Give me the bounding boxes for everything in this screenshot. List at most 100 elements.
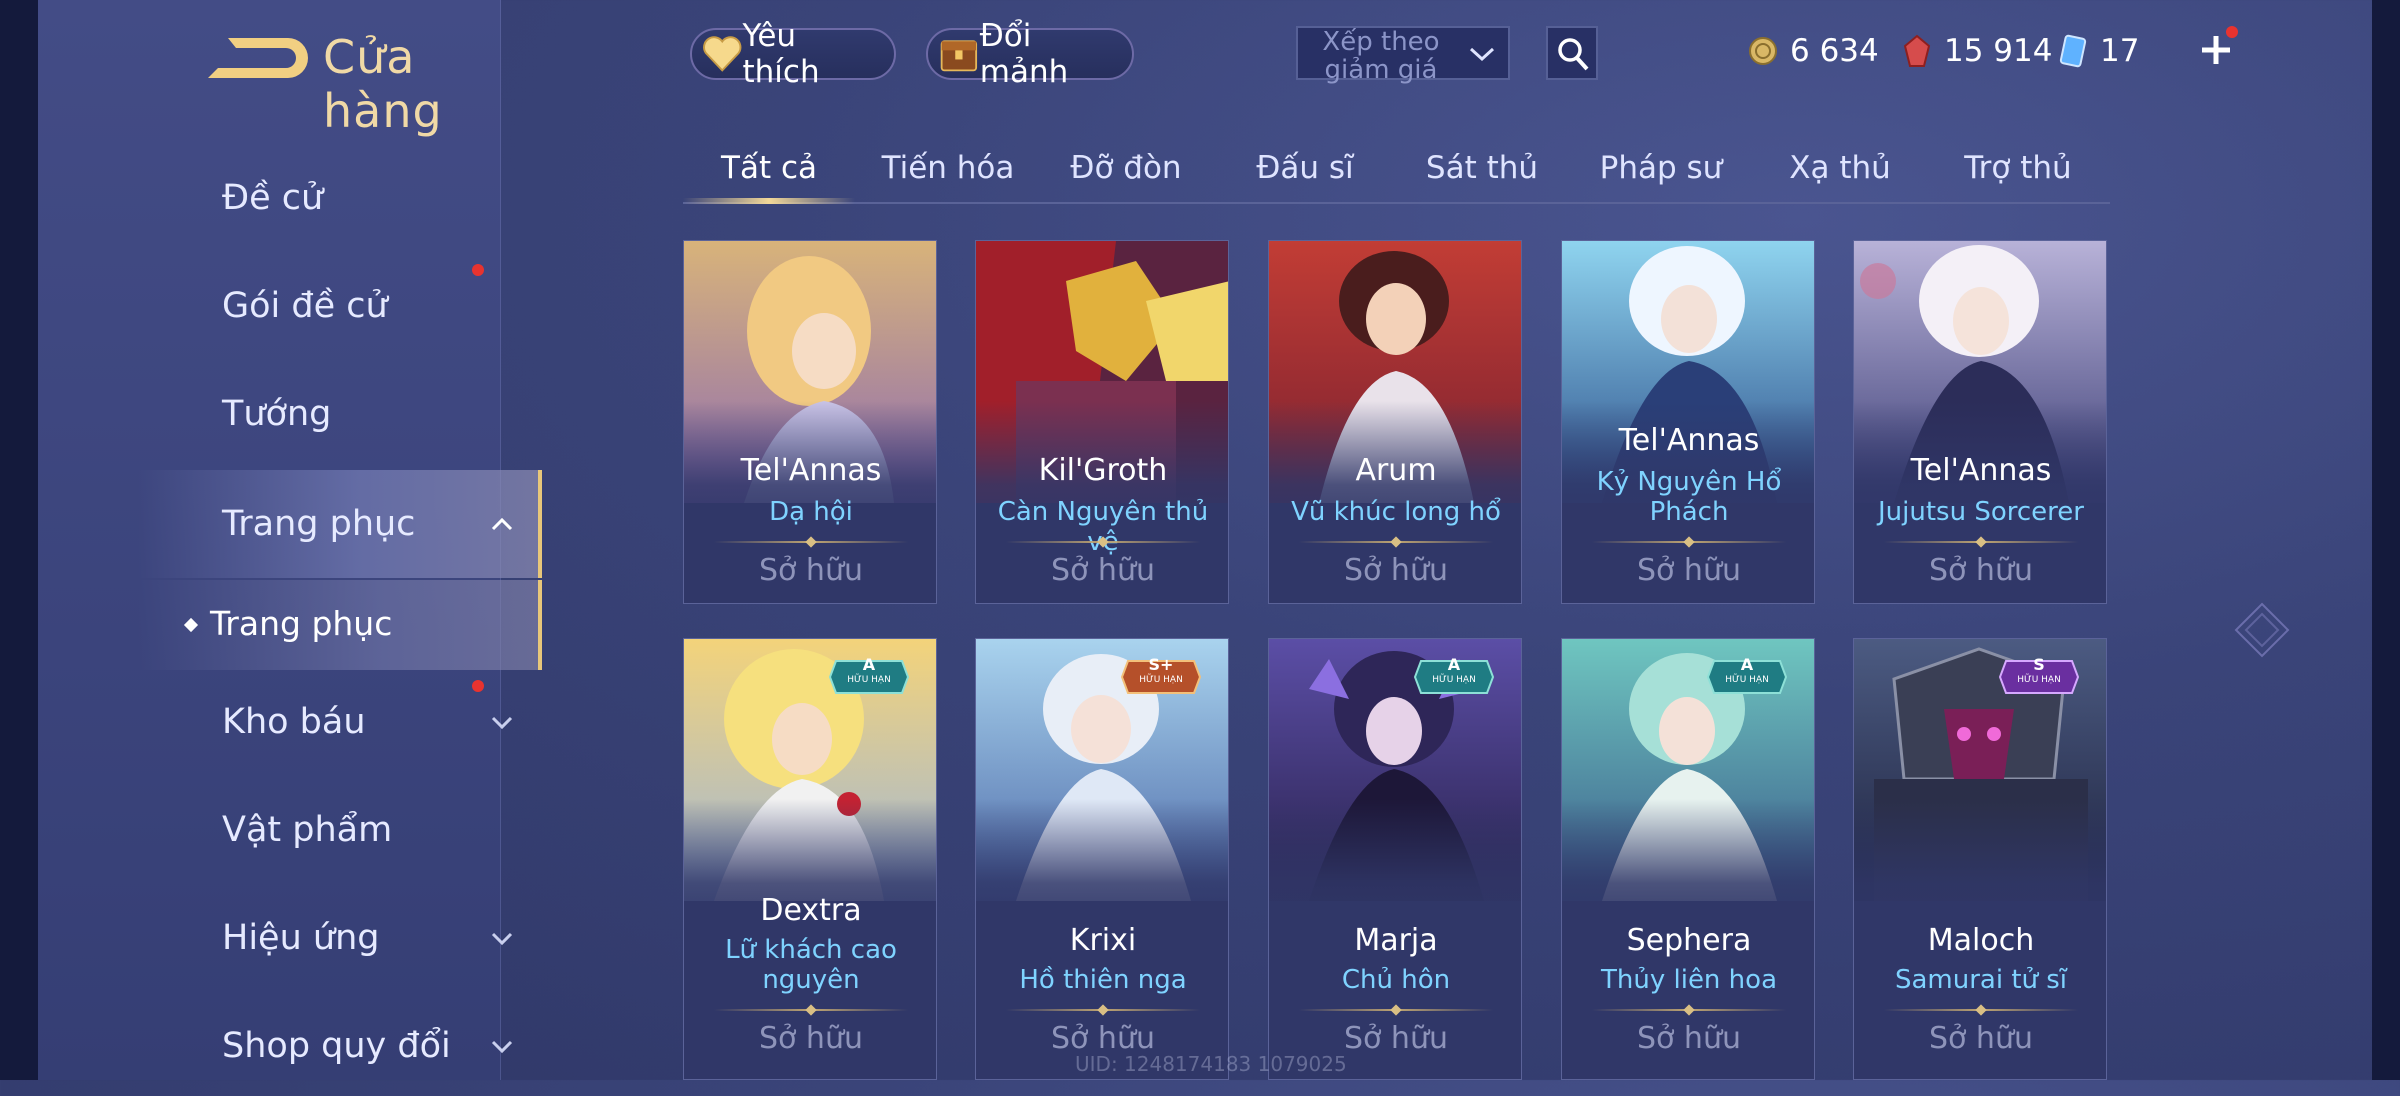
hero-name: Sephera bbox=[1626, 923, 1752, 958]
sidebar-item-items[interactable]: Vật phẩm bbox=[138, 780, 538, 880]
artwork-fade bbox=[1562, 799, 1814, 939]
gold-coin-icon bbox=[1749, 37, 1777, 65]
skin-card[interactable]: A HỮU HẠN Marja Chủ hôn Sở hữu bbox=[1268, 638, 1522, 1080]
exchange-shards-button[interactable]: Đổi mảnh bbox=[926, 18, 1134, 90]
ownership-status: Sở hữu bbox=[1051, 553, 1155, 588]
tab-tank[interactable]: Đỡ đòn bbox=[1070, 150, 1181, 186]
sidebar-item-treasure[interactable]: Kho báu bbox=[138, 672, 538, 772]
tab-mage[interactable]: Pháp sư bbox=[1600, 150, 1723, 186]
screen-edge-right bbox=[2372, 0, 2400, 1080]
shard-card-icon bbox=[2059, 34, 2087, 68]
heart-icon bbox=[703, 36, 742, 72]
search-button[interactable] bbox=[1546, 26, 1598, 80]
rarity-limited-label: HỮU HẠN bbox=[1432, 675, 1476, 685]
skin-card[interactable]: A HỮU HẠN Sephera Thủy liên hoa Sở hữu bbox=[1561, 638, 1815, 1080]
back-arrow-icon[interactable] bbox=[188, 28, 328, 88]
skin-card[interactable]: Kil'Groth Càn Nguyên thủ vệ Sở hữu bbox=[975, 240, 1229, 604]
exchange-shards-label: Đổi mảnh bbox=[979, 18, 1069, 90]
ownership-status: Sở hữu bbox=[1637, 553, 1741, 588]
hero-name: Tel'Annas bbox=[1910, 453, 2052, 488]
rarity-grade: A bbox=[1740, 655, 1754, 674]
hero-name: Tel'Annas bbox=[1618, 423, 1760, 458]
hero-name: Maloch bbox=[1927, 923, 2035, 958]
gold-amount: 6 634 bbox=[1790, 33, 1879, 69]
rarity-limited-label: HỮU HẠN bbox=[2017, 675, 2061, 685]
ownership-status: Sở hữu bbox=[1929, 1021, 2033, 1056]
skin-name: Kỷ Nguyên Hổ Phách bbox=[1596, 467, 1782, 527]
sidebar: Cửa hàng Đề cử Gói đề cử Tướng Trang phụ… bbox=[38, 0, 542, 1080]
ownership-status: Sở hữu bbox=[759, 1021, 863, 1056]
hero-name: Tel'Annas bbox=[740, 453, 882, 488]
chevron-down-icon bbox=[491, 1040, 513, 1054]
sidebar-item-effects[interactable]: Hiệu ứng bbox=[138, 888, 538, 988]
skin-card[interactable]: A HỮU HẠN Dextra Lữ khách cao nguyên Sở … bbox=[683, 638, 937, 1080]
skin-card[interactable]: Tel'Annas Dạ hội Sở hữu bbox=[683, 240, 937, 604]
shard-currency: 17 bbox=[2058, 30, 2139, 72]
gold-currency: 6 634 bbox=[1748, 30, 1879, 72]
chevron-up-icon bbox=[491, 517, 513, 531]
rarity-grade: A bbox=[862, 655, 876, 674]
skin-card[interactable]: Tel'Annas Kỷ Nguyên Hổ Phách Sở hữu bbox=[1561, 240, 1815, 604]
chevron-down-icon bbox=[491, 716, 513, 730]
divider-diamond bbox=[1097, 1004, 1109, 1016]
artwork-fade bbox=[1854, 799, 2106, 939]
sidebar-item-label: Kho báu bbox=[222, 702, 366, 742]
skin-name: Dạ hội bbox=[769, 497, 853, 527]
tab-marksman[interactable]: Xạ thủ bbox=[1789, 150, 1891, 186]
screen-edge-left bbox=[0, 0, 38, 1080]
divider-diamond bbox=[1390, 1004, 1402, 1016]
sidebar-item-exchange-shop[interactable]: Shop quy đổi bbox=[138, 996, 538, 1096]
sidebar-item-label: Đề cử bbox=[222, 178, 324, 218]
tab-support[interactable]: Trợ thủ bbox=[1964, 150, 2071, 186]
rarity-grade: S bbox=[2033, 655, 2045, 674]
notification-dot bbox=[472, 680, 484, 692]
sidebar-item-label: Gói đề cử bbox=[222, 286, 388, 326]
skin-name: Jujutsu Sorcerer bbox=[1878, 497, 2084, 527]
favorites-label: Yêu thích bbox=[742, 18, 820, 90]
sort-dropdown[interactable]: Xếp theo giảm giá bbox=[1296, 26, 1510, 84]
search-icon bbox=[1558, 38, 1589, 71]
top-up-button[interactable] bbox=[2196, 26, 2238, 70]
ownership-status: Sở hữu bbox=[1344, 553, 1448, 588]
hero-name: Marja bbox=[1354, 923, 1438, 958]
skin-name: Chủ hôn bbox=[1341, 965, 1451, 995]
skin-card[interactable]: Arum Vũ khúc long hổ Sở hữu bbox=[1268, 240, 1522, 604]
sidebar-subitem-skins[interactable]: Trang phục bbox=[138, 580, 542, 670]
sidebar-item-heroes[interactable]: Tướng bbox=[138, 364, 538, 464]
voucher-amount: 15 914 bbox=[1944, 33, 2053, 69]
ownership-status: Sở hữu bbox=[1637, 1021, 1741, 1056]
tab-evolution[interactable]: Tiến hóa bbox=[882, 150, 1015, 186]
tab-all[interactable]: Tất cả bbox=[721, 150, 817, 186]
shard-amount: 17 bbox=[2100, 33, 2140, 69]
user-id-watermark: UID: 1248174183 1079025 bbox=[1075, 1052, 1347, 1076]
rarity-limited-label: HỮU HẠN bbox=[1139, 675, 1183, 685]
skin-card[interactable]: S HỮU HẠN Maloch Samurai tử sĩ Sở hữu bbox=[1853, 638, 2107, 1080]
hero-name: Krixi bbox=[1069, 923, 1137, 958]
tab-fighter[interactable]: Đấu sĩ bbox=[1256, 150, 1353, 186]
ownership-status: Sở hữu bbox=[759, 553, 863, 588]
divider-diamond bbox=[1975, 1004, 1987, 1016]
sidebar-item-skins[interactable]: Trang phục bbox=[138, 470, 542, 578]
sidebar-item-label: Trang phục bbox=[222, 504, 416, 544]
treasure-chest-icon bbox=[940, 40, 978, 72]
rarity-grade: S+ bbox=[1148, 655, 1174, 674]
ruby-voucher-icon bbox=[1903, 34, 1931, 67]
skin-card[interactable]: Tel'Annas Jujutsu Sorcerer Sở hữu bbox=[1853, 240, 2107, 604]
floating-diamond-icon[interactable] bbox=[2232, 600, 2292, 660]
sidebar-item-label: Vật phẩm bbox=[222, 810, 393, 850]
notification-dot bbox=[2226, 26, 2238, 38]
hero-name: Arum bbox=[1355, 453, 1437, 488]
rarity-limited-label: HỮU HẠN bbox=[1725, 675, 1769, 685]
skin-name: Lữ khách cao nguyên bbox=[725, 935, 897, 995]
sidebar-subitem-label: Trang phục bbox=[210, 604, 393, 643]
sidebar-item-recommended[interactable]: Đề cử bbox=[138, 148, 538, 248]
skin-name: Vũ khúc long hổ bbox=[1291, 497, 1501, 527]
skin-name: Thủy liên hoa bbox=[1601, 965, 1777, 995]
tab-assassin[interactable]: Sát thủ bbox=[1426, 150, 1538, 186]
notification-dot bbox=[472, 264, 484, 276]
skin-card[interactable]: S+ HỮU HẠN Krixi Hồ thiên nga Sở hữu bbox=[975, 638, 1229, 1080]
sort-dropdown-label: Xếp theo giảm giá bbox=[1322, 27, 1440, 85]
favorites-button[interactable]: Yêu thích bbox=[690, 18, 896, 90]
active-tab-indicator bbox=[683, 198, 855, 204]
sidebar-item-recommended-packs[interactable]: Gói đề cử bbox=[138, 256, 538, 356]
